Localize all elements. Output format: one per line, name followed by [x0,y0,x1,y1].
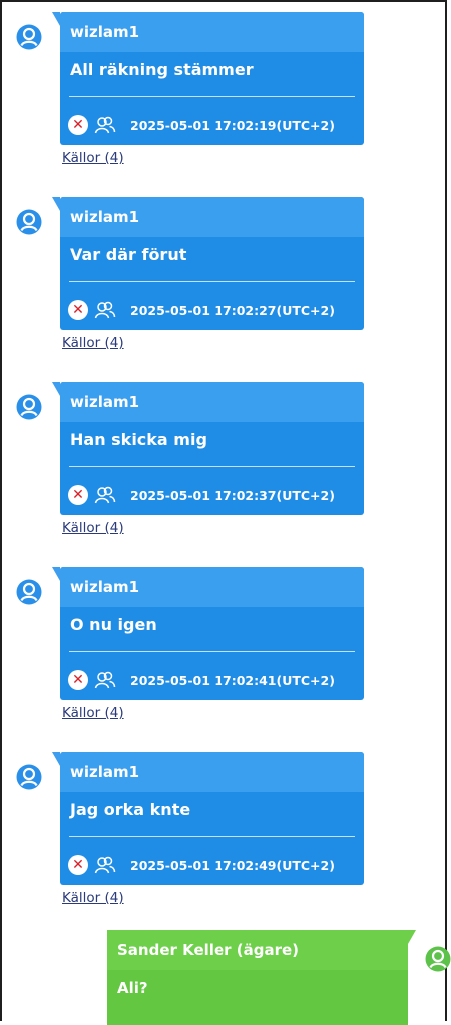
delete-x-icon[interactable]: ✕ [68,855,88,875]
group-icon[interactable] [94,115,116,135]
divider [69,651,355,652]
sources-link[interactable]: Källor (4) [62,150,124,166]
owner-message-text: Ali? [117,979,148,997]
message-bubble: wizlam1 O nu igen ✕ 2025-05-01 17:02:41(… [52,567,364,700]
message-meta: ✕ 2025-05-01 17:02:19(UTC+2) [68,113,335,137]
message-item: wizlam1 Var där förut ✕ 2025-05-01 17:02… [0,185,451,370]
divider [69,836,355,837]
owner-message-sender: Sander Keller (ägare) [107,930,408,970]
message-bubble: wizlam1 Var där förut ✕ 2025-05-01 17:02… [52,197,364,330]
sources-link[interactable]: Källor (4) [62,705,124,721]
delete-x-icon[interactable]: ✕ [68,300,88,320]
bubble-tail [52,567,60,581]
delete-x-icon[interactable]: ✕ [68,115,88,135]
message-timestamp: 2025-05-01 17:02:49(UTC+2) [130,857,335,873]
message-sender: wizlam1 [60,12,364,52]
message-text: Han skicka mig [70,430,207,449]
group-icon[interactable] [94,670,116,690]
owner-message-bubble: Sander Keller (ägare) Ali? [107,930,416,1025]
message-item: wizlam1 O nu igen ✕ 2025-05-01 17:02:41(… [0,555,451,740]
user-avatar-icon[interactable] [16,24,42,50]
bubble-tail [52,382,60,396]
bubble-tail [52,197,60,211]
message-timestamp: 2025-05-01 17:02:27(UTC+2) [130,302,335,318]
message-meta: ✕ 2025-05-01 17:02:37(UTC+2) [68,483,335,507]
sources-link[interactable]: Källor (4) [62,335,124,351]
message-timestamp: 2025-05-01 17:02:37(UTC+2) [130,487,335,503]
divider [69,96,355,97]
message-text: All räkning stämmer [70,60,254,79]
message-meta: ✕ 2025-05-01 17:02:41(UTC+2) [68,668,335,692]
message-item: wizlam1 Han skicka mig ✕ 2025-05-01 17:0… [0,370,451,555]
bubble-tail [52,752,60,766]
message-sender: wizlam1 [60,567,364,607]
message-bubble: wizlam1 Jag orka knte ✕ 2025-05-01 17:02… [52,752,364,885]
group-icon[interactable] [94,855,116,875]
sources-link[interactable]: Källor (4) [62,520,124,536]
sources-link[interactable]: Källor (4) [62,890,124,906]
divider [69,281,355,282]
owner-avatar-icon[interactable] [425,946,451,972]
message-timestamp: 2025-05-01 17:02:19(UTC+2) [130,117,335,133]
user-avatar-icon[interactable] [16,394,42,420]
message-text: O nu igen [70,615,157,634]
bubble-tail [408,930,416,944]
delete-x-icon[interactable]: ✕ [68,485,88,505]
user-avatar-icon[interactable] [16,209,42,235]
group-icon[interactable] [94,300,116,320]
message-timestamp: 2025-05-01 17:02:41(UTC+2) [130,672,335,688]
message-bubble: wizlam1 Han skicka mig ✕ 2025-05-01 17:0… [52,382,364,515]
message-item: wizlam1 All räkning stämmer ✕ 2025-05-01… [0,0,451,185]
message-sender: wizlam1 [60,382,364,422]
message-meta: ✕ 2025-05-01 17:02:49(UTC+2) [68,853,335,877]
message-text: Var där förut [70,245,187,264]
message-meta: ✕ 2025-05-01 17:02:27(UTC+2) [68,298,335,322]
message-sender: wizlam1 [60,197,364,237]
message-bubble: wizlam1 All räkning stämmer ✕ 2025-05-01… [52,12,364,145]
message-sender: wizlam1 [60,752,364,792]
message-item: wizlam1 Jag orka knte ✕ 2025-05-01 17:02… [0,740,451,925]
bubble-tail [52,12,60,26]
user-avatar-icon[interactable] [16,764,42,790]
group-icon[interactable] [94,485,116,505]
divider [69,466,355,467]
delete-x-icon[interactable]: ✕ [68,670,88,690]
user-avatar-icon[interactable] [16,579,42,605]
message-text: Jag orka knte [70,800,191,819]
